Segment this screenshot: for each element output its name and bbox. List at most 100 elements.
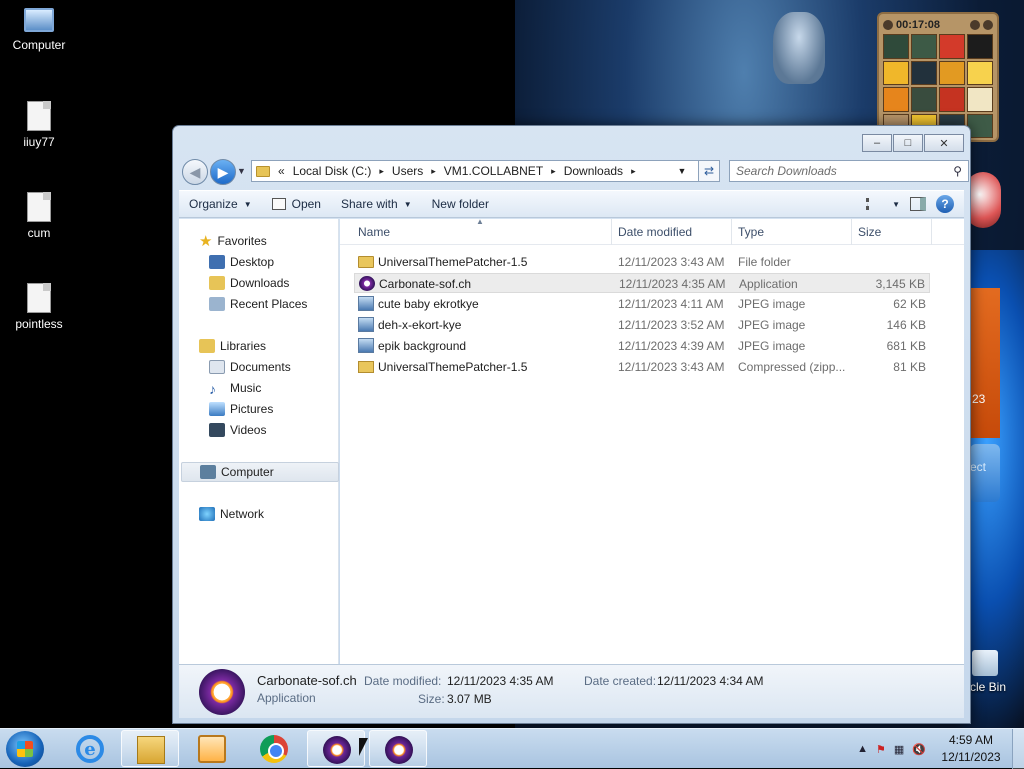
- downloads-icon: [209, 276, 225, 290]
- show-desktop-button[interactable]: [1012, 729, 1024, 769]
- nav-network[interactable]: Network: [199, 504, 357, 524]
- desktop-icon-pointless[interactable]: pointless: [1, 283, 77, 331]
- help-icon[interactable]: ?: [936, 195, 954, 213]
- breadcrumb-users[interactable]: Users: [392, 164, 423, 178]
- search-input[interactable]: Search Downloads ⚲: [729, 160, 969, 182]
- start-button[interactable]: [6, 731, 44, 767]
- file-row[interactable]: epik background 12/11/2023 4:39 AM JPEG …: [354, 336, 930, 356]
- organize-button[interactable]: Organize ▼: [179, 191, 262, 217]
- view-controls: ▼ ?: [866, 191, 964, 217]
- new-folder-button[interactable]: New folder: [422, 191, 499, 217]
- preview-pane-icon[interactable]: [910, 197, 926, 211]
- taskbar-windows-explorer[interactable]: [121, 730, 179, 767]
- taskbar: e ▲ ⚑ ▦ 🔇 4:59 AM 12/11/2023: [0, 728, 1024, 769]
- file-row[interactable]: UniversalThemePatcher-1.5 12/11/2023 3:4…: [354, 357, 930, 377]
- address-bar[interactable]: « Local Disk (C:) ▸ Users ▸ VM1.COLLABNE…: [251, 160, 716, 182]
- forward-button[interactable]: ▶: [210, 159, 236, 185]
- desktop-icon-computer[interactable]: Computer: [1, 8, 77, 52]
- file-type: File folder: [738, 255, 791, 269]
- document-icon: [27, 283, 51, 313]
- nav-libraries[interactable]: Libraries: [199, 336, 357, 356]
- file-name: epik background: [378, 339, 467, 353]
- network-icon: [199, 507, 215, 521]
- back-button[interactable]: ◀: [182, 159, 208, 185]
- videos-icon: [209, 423, 225, 437]
- file-name: Carbonate-sof.ch: [379, 277, 472, 291]
- search-icon[interactable]: ⚲: [953, 164, 962, 178]
- column-date-label: Date modified: [618, 225, 693, 239]
- file-size: 3,145 KB: [875, 277, 925, 291]
- puzzle-grid[interactable]: [883, 34, 993, 138]
- breadcrumb-overflow[interactable]: «: [278, 164, 285, 178]
- clock-date: 12/11/2023: [941, 750, 1001, 764]
- nav-favorites[interactable]: ★ Favorites: [199, 231, 357, 251]
- chrome-icon: [260, 735, 288, 763]
- close-button[interactable]: ✕: [924, 134, 964, 152]
- share-with-button[interactable]: Share with ▼: [331, 191, 422, 217]
- folder-icon: [256, 165, 270, 177]
- system-clock[interactable]: 4:59 AM 12/11/2023: [930, 732, 1012, 766]
- calendar-date: 23: [972, 392, 986, 406]
- calendar-gadget[interactable]: 23: [970, 288, 1000, 438]
- breadcrumb-separator[interactable]: ▸: [431, 166, 436, 177]
- music-icon: ♪: [209, 381, 216, 397]
- breadcrumb-separator[interactable]: ▸: [631, 166, 636, 177]
- file-row[interactable]: cute baby ekrotkye 12/11/2023 4:11 AM JP…: [354, 294, 930, 314]
- change-view-icon[interactable]: [866, 198, 882, 210]
- column-date-modified[interactable]: Date modified: [612, 219, 732, 245]
- zip-folder-icon: [358, 361, 374, 373]
- chevron-down-icon: ▼: [243, 199, 252, 209]
- documents-icon: [209, 360, 225, 374]
- recent-pages-dropdown[interactable]: ▼: [237, 166, 246, 176]
- nav-label: Music: [230, 381, 262, 395]
- taskbar-carbonate-2[interactable]: [369, 730, 427, 767]
- network-tray-icon[interactable]: ▦: [894, 743, 904, 756]
- taskbar-carbonate-1[interactable]: [307, 730, 365, 767]
- file-row-selected[interactable]: Carbonate-sof.ch 12/11/2023 4:35 AM Appl…: [354, 273, 930, 293]
- open-label: Open: [291, 197, 321, 211]
- breadcrumb-downloads[interactable]: Downloads: [564, 164, 623, 178]
- breadcrumb-local-disk[interactable]: Local Disk (C:): [293, 164, 372, 178]
- desktop-icon-cum[interactable]: cum: [1, 192, 77, 240]
- taskbar-media-player[interactable]: [183, 730, 241, 767]
- breadcrumb-separator[interactable]: ▸: [379, 166, 384, 177]
- explorer-window[interactable]: – □ ✕ ◀ ▶ ▼ « Local Disk (C:) ▸ Users ▸ …: [172, 125, 971, 724]
- nav-label: Desktop: [230, 255, 275, 269]
- nav-computer[interactable]: Computer: [181, 462, 339, 482]
- column-name[interactable]: ▲ Name: [352, 217, 612, 245]
- details-created-value: 12/11/2023 4:34 AM: [657, 674, 764, 688]
- blue-gadget[interactable]: ect: [970, 444, 1000, 502]
- open-button[interactable]: Open: [262, 191, 331, 217]
- file-size: 81 KB: [893, 360, 926, 374]
- taskbar-internet-explorer[interactable]: e: [61, 730, 119, 767]
- column-size[interactable]: Size: [852, 219, 932, 245]
- show-hidden-icons-icon[interactable]: ▲: [857, 743, 868, 755]
- taskbar-chrome[interactable]: [245, 730, 303, 767]
- refresh-button[interactable]: ⇄: [698, 160, 720, 182]
- recycle-bin[interactable]: cle Bin: [970, 650, 1024, 700]
- breadcrumb-separator[interactable]: ▸: [551, 166, 556, 177]
- nav-label: Downloads: [230, 276, 290, 290]
- blue-gadget-label: ect: [970, 460, 987, 474]
- file-row[interactable]: UniversalThemePatcher-1.5 12/11/2023 3:4…: [354, 252, 930, 272]
- maximize-button[interactable]: □: [893, 134, 923, 152]
- computer-icon: [24, 8, 54, 32]
- minimize-button[interactable]: –: [862, 134, 892, 152]
- volume-muted-icon[interactable]: 🔇: [912, 743, 926, 756]
- file-type: JPEG image: [738, 297, 806, 311]
- action-center-flag-icon[interactable]: ⚑: [876, 743, 886, 756]
- breadcrumb-vm1-collabnet[interactable]: VM1.COLLABNET: [444, 164, 543, 178]
- file-row[interactable]: deh-x-ekort-kye 12/11/2023 3:52 AM JPEG …: [354, 315, 930, 335]
- puzzle-shuffle-icon[interactable]: [983, 20, 993, 30]
- column-type[interactable]: Type: [732, 219, 852, 245]
- address-dropdown-icon[interactable]: ▼: [673, 161, 691, 181]
- puzzle-help-icon[interactable]: [970, 20, 980, 30]
- puzzle-gadget[interactable]: 00:17:08: [877, 12, 999, 142]
- view-dropdown-icon[interactable]: ▼: [892, 200, 900, 209]
- new-folder-label: New folder: [431, 197, 489, 211]
- desktop-icon-iiuy77[interactable]: iiuy77: [1, 101, 77, 149]
- back-arrow-icon: ◀: [189, 163, 201, 180]
- file-list[interactable]: ▲ Name Date modified Type Size UniversalT…: [340, 217, 964, 664]
- puzzle-timer-icon: [883, 20, 893, 30]
- details-pane: Carbonate-sof.ch Application Date modifi…: [179, 664, 964, 718]
